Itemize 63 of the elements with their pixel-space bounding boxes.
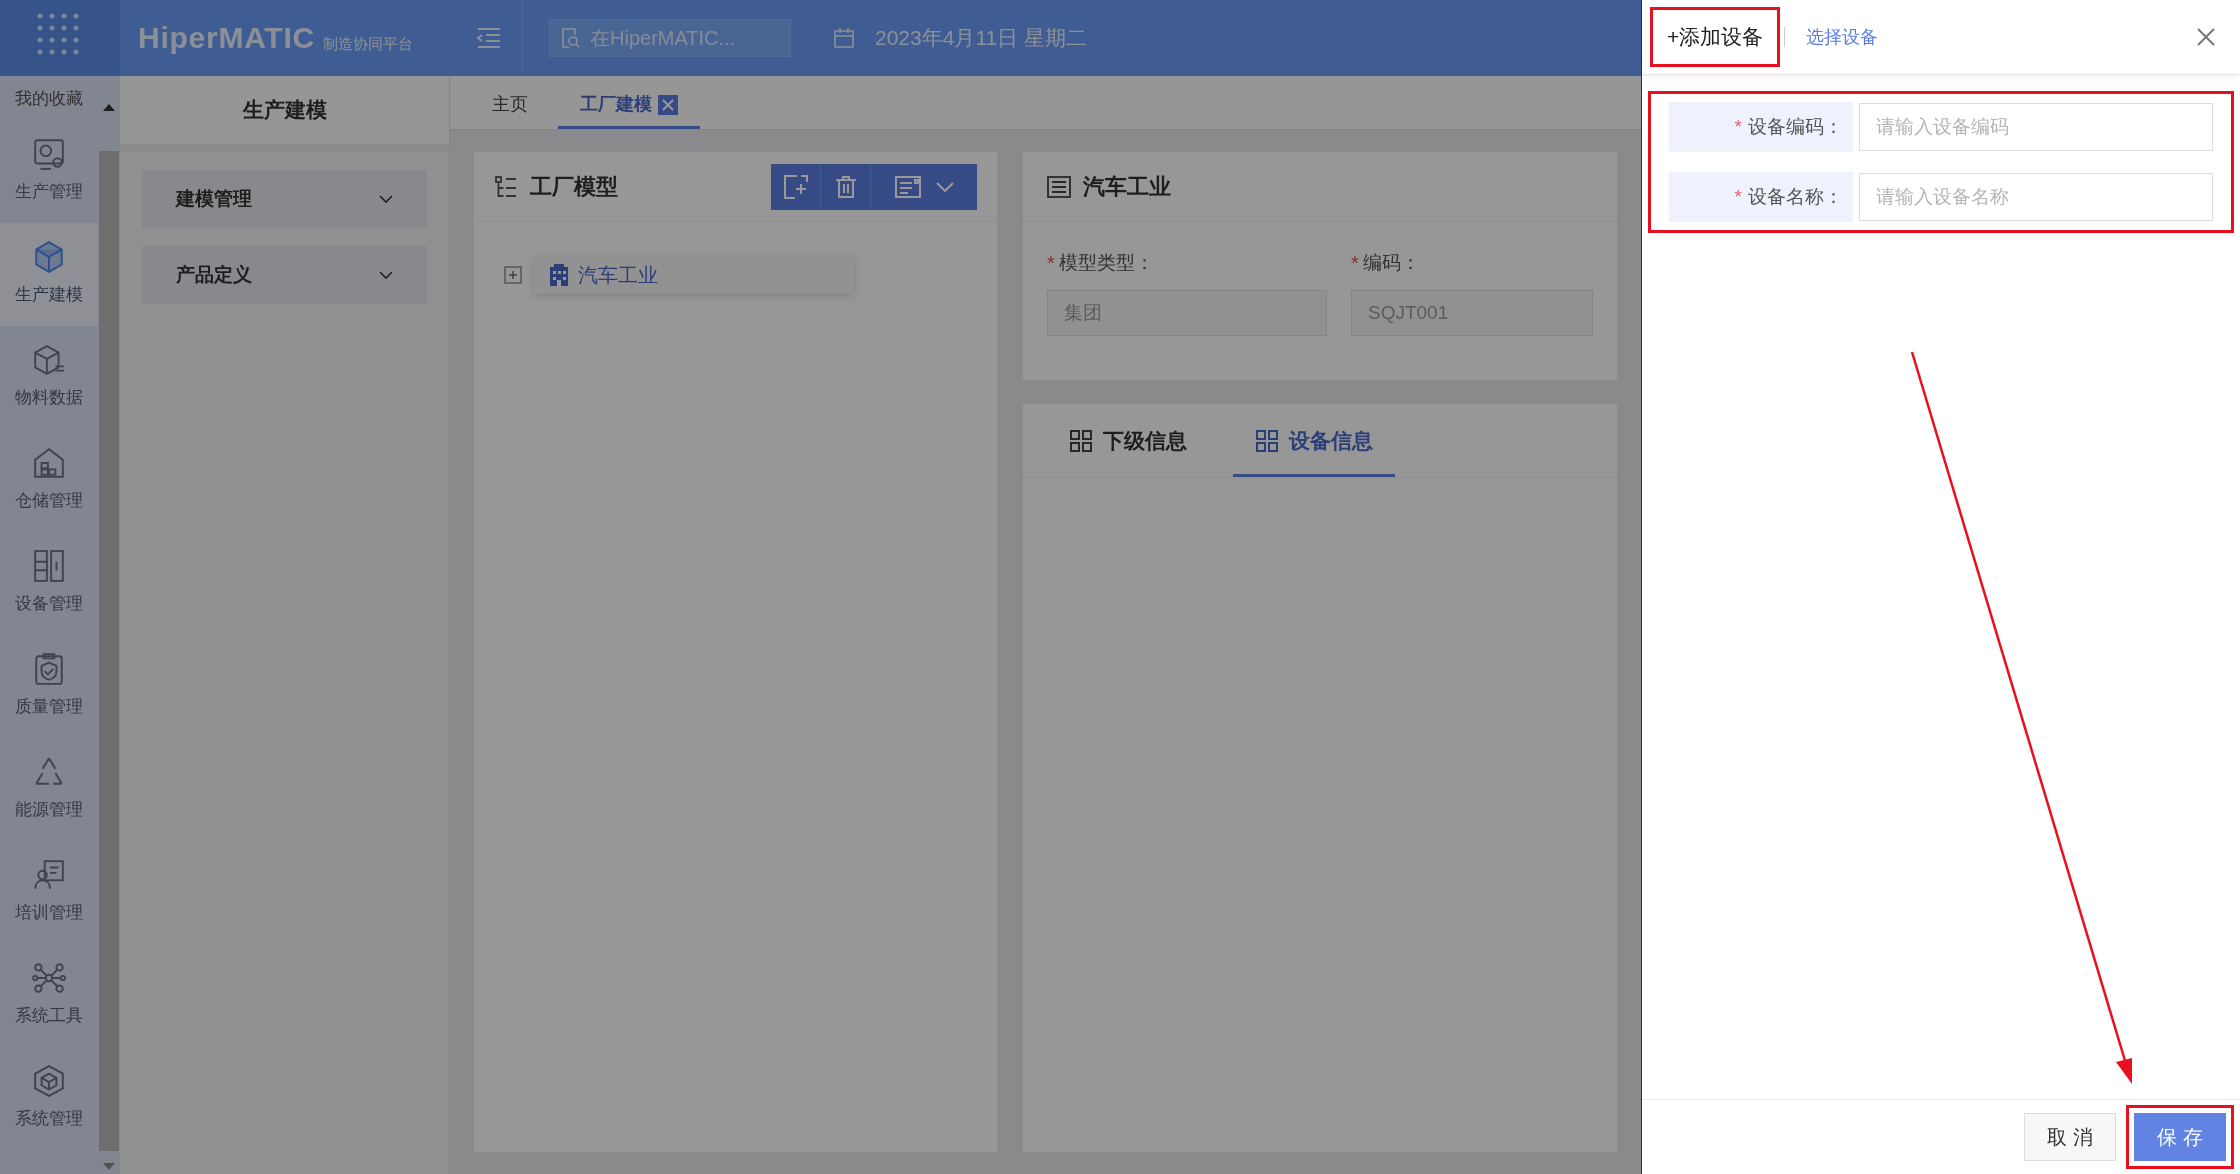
close-tab-icon[interactable] (658, 94, 678, 115)
cabinet-icon (32, 549, 66, 584)
rail-item[interactable]: 系统管理 (0, 1046, 98, 1150)
rail-item[interactable]: 质量管理 (0, 634, 98, 738)
search-icon (561, 27, 581, 49)
trash-icon (834, 174, 857, 199)
field-label: 编码： (1362, 250, 1420, 275)
rail-item[interactable]: 培训管理 (0, 840, 98, 944)
input-field[interactable]: 请输入设备编码 (1859, 103, 2213, 151)
required-mark: * (1734, 114, 1742, 139)
shield-clipboard-icon (32, 652, 66, 687)
building-icon (548, 263, 570, 287)
rail-item[interactable]: 生产管理 (0, 119, 98, 223)
rail-item[interactable]: 仓储管理 (0, 428, 98, 532)
modal-overlay[interactable] (0, 0, 1641, 1174)
favorites-link[interactable]: 我的收藏 (15, 86, 83, 112)
field-label: 设备编码： (1748, 114, 1843, 139)
gear-monitor-icon (32, 137, 66, 172)
date-text: 2023年4月11日 星期二 (875, 25, 1088, 52)
add-node-icon (782, 173, 809, 200)
chevron-icon (379, 270, 393, 280)
drawer-tab[interactable]: 选择设备 (1789, 7, 1896, 67)
grid-icon (1069, 428, 1093, 453)
field-label: 模型类型： (1058, 250, 1154, 275)
tree-node[interactable]: 汽车工业 (534, 256, 854, 294)
input-field[interactable]: 请输入设备名称 (1859, 173, 2213, 221)
menu-group[interactable]: 建模管理 (142, 170, 427, 228)
required-mark: * (1734, 184, 1742, 209)
card-title: 工厂模型 (530, 173, 618, 201)
rail-item[interactable]: 设备管理 (0, 531, 98, 635)
field-label: 设备名称： (1748, 184, 1843, 209)
list-icon (1047, 175, 1071, 198)
submenu-title: 生产建模 (242, 97, 327, 124)
menu-toggle-icon[interactable] (476, 27, 502, 49)
hexagon-cube-icon (32, 1064, 66, 1099)
calendar-icon (833, 27, 855, 49)
info-tab[interactable]: 下级信息 (1047, 407, 1209, 477)
warehouse-icon (32, 446, 66, 481)
box-list-icon (32, 343, 66, 378)
caret-icon (936, 181, 954, 192)
chevron-icon (379, 194, 393, 204)
card-title: 汽车工业 (1083, 173, 1171, 201)
search-field[interactable]: 在HiperMATIC... (549, 19, 791, 57)
grid-icon (1255, 428, 1279, 453)
expand-icon[interactable] (504, 266, 522, 284)
menu-group[interactable]: 产品定义 (142, 246, 427, 304)
logo-text: HiperMATIC (138, 23, 315, 53)
logo-subtitle: 制造协同平台 (322, 36, 413, 53)
rail-item[interactable]: 能源管理 (0, 737, 98, 841)
form-icon (894, 174, 922, 199)
close-icon[interactable] (2196, 27, 2216, 47)
scrollbar-thumb[interactable] (99, 151, 119, 1151)
cancel-button[interactable]: 取 消 (2024, 1113, 2116, 1161)
page-tab[interactable]: 主页 (470, 83, 550, 129)
drawer-tab[interactable]: +添加设备 (1650, 7, 1781, 67)
required-mark: * (1351, 251, 1359, 276)
tree-icon (494, 174, 518, 199)
rail-item[interactable]: 生产建模 (0, 222, 98, 326)
network-icon (32, 961, 66, 996)
rail-item[interactable]: 系统工具 (0, 943, 98, 1047)
info-tab[interactable]: 设备信息 (1233, 407, 1395, 477)
save-button[interactable]: 保 存 (2134, 1113, 2226, 1161)
required-mark: * (1047, 251, 1055, 276)
